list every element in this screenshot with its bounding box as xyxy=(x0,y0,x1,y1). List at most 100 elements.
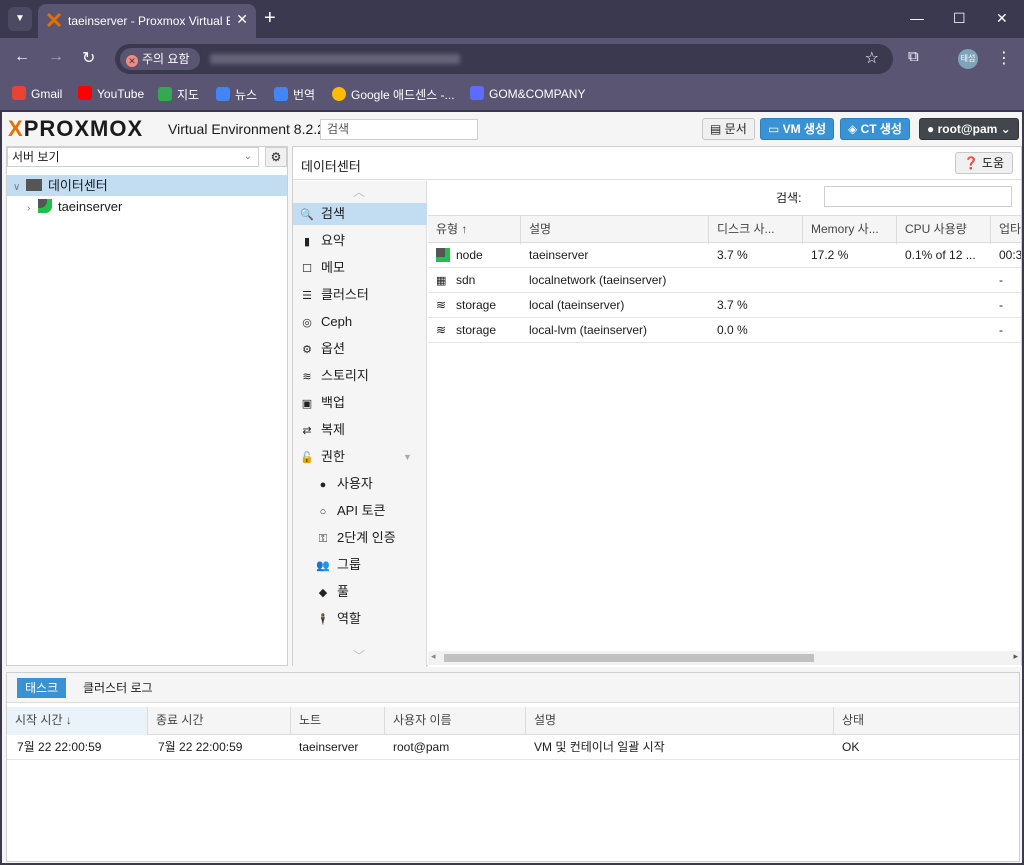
menu-item-roles[interactable]: 🕴 역할 xyxy=(293,608,427,630)
window-close-icon[interactable]: ✕ xyxy=(996,10,1008,27)
table-row[interactable]: ▦ sdn localnetwork (taeinserver) - xyxy=(428,268,1021,293)
reload-icon[interactable]: ↻ xyxy=(82,48,95,68)
menu-item-backup[interactable]: ▣ 백업 xyxy=(293,392,427,414)
scrollbar-thumb[interactable] xyxy=(444,654,814,662)
table-row[interactable]: 7월 22 22:00:59 7월 22 22:00:59 taeinserve… xyxy=(7,735,1019,760)
col-memory[interactable]: Memory 사... xyxy=(803,216,897,244)
menu-item-summary[interactable]: ▮ 요약 xyxy=(293,230,427,252)
maximize-icon[interactable]: ☐ xyxy=(953,10,966,27)
create-ct-button[interactable]: ◈ CT 생성 xyxy=(840,118,910,140)
col-node[interactable]: 노트 xyxy=(291,707,385,735)
col-end-time[interactable]: 종료 시간 xyxy=(148,707,291,735)
help-button[interactable]: ❓ 도움 xyxy=(954,152,1013,174)
database-icon: ≋ xyxy=(436,323,447,337)
close-tab-icon[interactable]: ✕ xyxy=(236,11,248,28)
menu-item-options[interactable]: ⚙ 옵션 xyxy=(293,338,427,360)
col-uptime[interactable]: 업타 xyxy=(991,216,1021,244)
tab-tasks[interactable]: 태스크 xyxy=(17,678,67,698)
menu-item-notes[interactable]: ☐ 메모 xyxy=(293,257,427,279)
menu-item-permissions[interactable]: 🔓 권한 ▼ xyxy=(293,446,427,468)
grid-search-input[interactable] xyxy=(824,186,1012,207)
menu-item-two-factor[interactable]: ⚿ 2단계 인증 xyxy=(293,527,427,549)
page-title: 데이터센터 xyxy=(301,159,361,174)
tree-settings-gear-icon[interactable]: ⚙ xyxy=(265,147,287,167)
bookmark-star-icon[interactable]: ☆ xyxy=(865,48,879,68)
retweet-icon: ⇄ xyxy=(302,425,312,437)
menu-item-api-tokens[interactable]: ○ API 토큰 xyxy=(293,500,427,522)
user-outline-icon: ○ xyxy=(319,506,327,518)
user-menu-button[interactable]: ● root@pam ⌄ xyxy=(919,118,1019,140)
new-tab-button[interactable]: + xyxy=(264,8,276,28)
col-description[interactable]: 설명 xyxy=(521,216,709,244)
bookmark-maps[interactable]: 지도 xyxy=(158,86,199,103)
forward-icon[interactable]: → xyxy=(48,48,64,66)
cell-description: local (taeinserver) xyxy=(529,298,625,312)
menu-item-users[interactable]: ● 사용자 xyxy=(293,473,427,495)
bookmark-translate[interactable]: 번역 xyxy=(274,86,315,103)
book-icon: ▮ xyxy=(303,236,311,248)
create-vm-button[interactable]: ▭ VM 생성 xyxy=(760,118,835,140)
unlock-icon: 🔓 xyxy=(300,452,314,464)
table-row[interactable]: node taeinserver 3.7 % 17.2 % 0.1% of 12… xyxy=(428,243,1021,268)
cell-memory xyxy=(803,293,897,318)
tab-list-button[interactable]: ▼ xyxy=(8,7,32,31)
resource-grid: 검색: 유형 ↑ 설명 디스크 사... Memory 사... CPU 사용량… xyxy=(428,181,1021,667)
version-label: Virtual Environment 8.2.2 xyxy=(168,121,325,137)
col-username[interactable]: 사용자 이름 xyxy=(385,707,526,735)
server-view-select[interactable]: 서버 보기 ⌄ xyxy=(7,147,259,167)
table-row[interactable]: ≋ storage local (taeinserver) 3.7 % - xyxy=(428,293,1021,318)
blurred-url xyxy=(210,54,460,64)
minimize-icon[interactable]: — xyxy=(910,10,924,26)
scroll-down-icon[interactable]: ﹀ xyxy=(353,647,365,664)
tab-title: taeinserver - Proxmox Virtual E xyxy=(68,14,230,28)
menu-item-groups[interactable]: 👥 그룹 xyxy=(293,554,427,576)
bookmark-gomcompany[interactable]: GOM&COMPANY xyxy=(470,86,585,101)
menu-item-pools[interactable]: ◆ 풀 xyxy=(293,581,427,603)
cell-uptime: - xyxy=(999,298,1003,312)
menu-item-cluster[interactable]: ☰ 클러스터 xyxy=(293,284,427,306)
scroll-left-icon[interactable]: ◂ xyxy=(431,651,436,662)
col-cpu[interactable]: CPU 사용량 xyxy=(897,216,991,244)
back-icon[interactable]: ← xyxy=(14,48,30,66)
bookmark-gmail[interactable]: Gmail xyxy=(12,86,62,101)
browser-tabbar: ▼ taeinserver - Proxmox Virtual E ✕ + — … xyxy=(0,0,1024,38)
cell-node: taeinserver xyxy=(299,740,359,754)
horizontal-scrollbar[interactable]: ◂ ▸ xyxy=(428,651,1021,665)
extensions-icon[interactable]: ⧉ xyxy=(908,48,919,65)
tree-item-node[interactable]: › taeinserver xyxy=(7,196,287,217)
scroll-right-icon[interactable]: ▸ xyxy=(1013,651,1018,662)
menu-item-replication[interactable]: ⇄ 복제 xyxy=(293,419,427,441)
cell-memory xyxy=(803,318,897,343)
docs-button[interactable]: ▤ 문서 xyxy=(702,118,755,140)
security-warning-chip[interactable]: ✕ 주의 요함 xyxy=(120,48,200,70)
col-description[interactable]: 설명 xyxy=(526,707,834,735)
browser-tab-active[interactable]: taeinserver - Proxmox Virtual E ✕ xyxy=(38,4,256,38)
cell-end-time: 7월 22 22:00:59 xyxy=(158,740,243,754)
header-search-input[interactable]: 검색 xyxy=(320,119,478,140)
scroll-up-icon[interactable]: ︿ xyxy=(353,183,365,200)
expand-toggle-icon[interactable]: ∨ xyxy=(13,182,20,193)
bookmark-news[interactable]: 뉴스 xyxy=(216,86,257,103)
cell-memory xyxy=(803,268,897,293)
node-online-icon xyxy=(436,248,450,262)
cell-description: taeinserver xyxy=(529,248,589,262)
tab-cluster-log[interactable]: 클러스터 로그 xyxy=(75,678,161,698)
browser-menu-icon[interactable]: ⋮ xyxy=(996,48,1012,68)
table-row[interactable]: ≋ storage local-lvm (taeinserver) 0.0 % - xyxy=(428,318,1021,343)
bookmark-adsense[interactable]: Google 애드센스 -... xyxy=(332,86,455,103)
collapse-toggle-icon[interactable]: › xyxy=(27,203,30,214)
menu-item-ceph[interactable]: ◎ Ceph xyxy=(293,311,427,333)
col-disk[interactable]: 디스크 사... xyxy=(709,216,803,244)
address-bar[interactable]: ✕ 주의 요함 ☆ xyxy=(115,44,893,74)
menu-item-search[interactable]: 🔍 검색 xyxy=(293,203,427,225)
profile-avatar[interactable]: 태섭 xyxy=(958,49,978,69)
tree-item-datacenter[interactable]: ∨ 데이터센터 xyxy=(7,175,287,196)
bookmark-youtube[interactable]: YouTube xyxy=(78,86,144,101)
col-type[interactable]: 유형 ↑ xyxy=(428,216,521,244)
col-status[interactable]: 상태 xyxy=(834,707,1019,735)
database-icon: ≋ xyxy=(436,298,447,312)
menu-item-storage[interactable]: ≋ 스토리지 xyxy=(293,365,427,387)
col-start-time[interactable]: 시작 시간 ↓ xyxy=(7,707,148,735)
book-icon: ▤ xyxy=(710,122,725,136)
cell-cpu xyxy=(897,318,991,343)
